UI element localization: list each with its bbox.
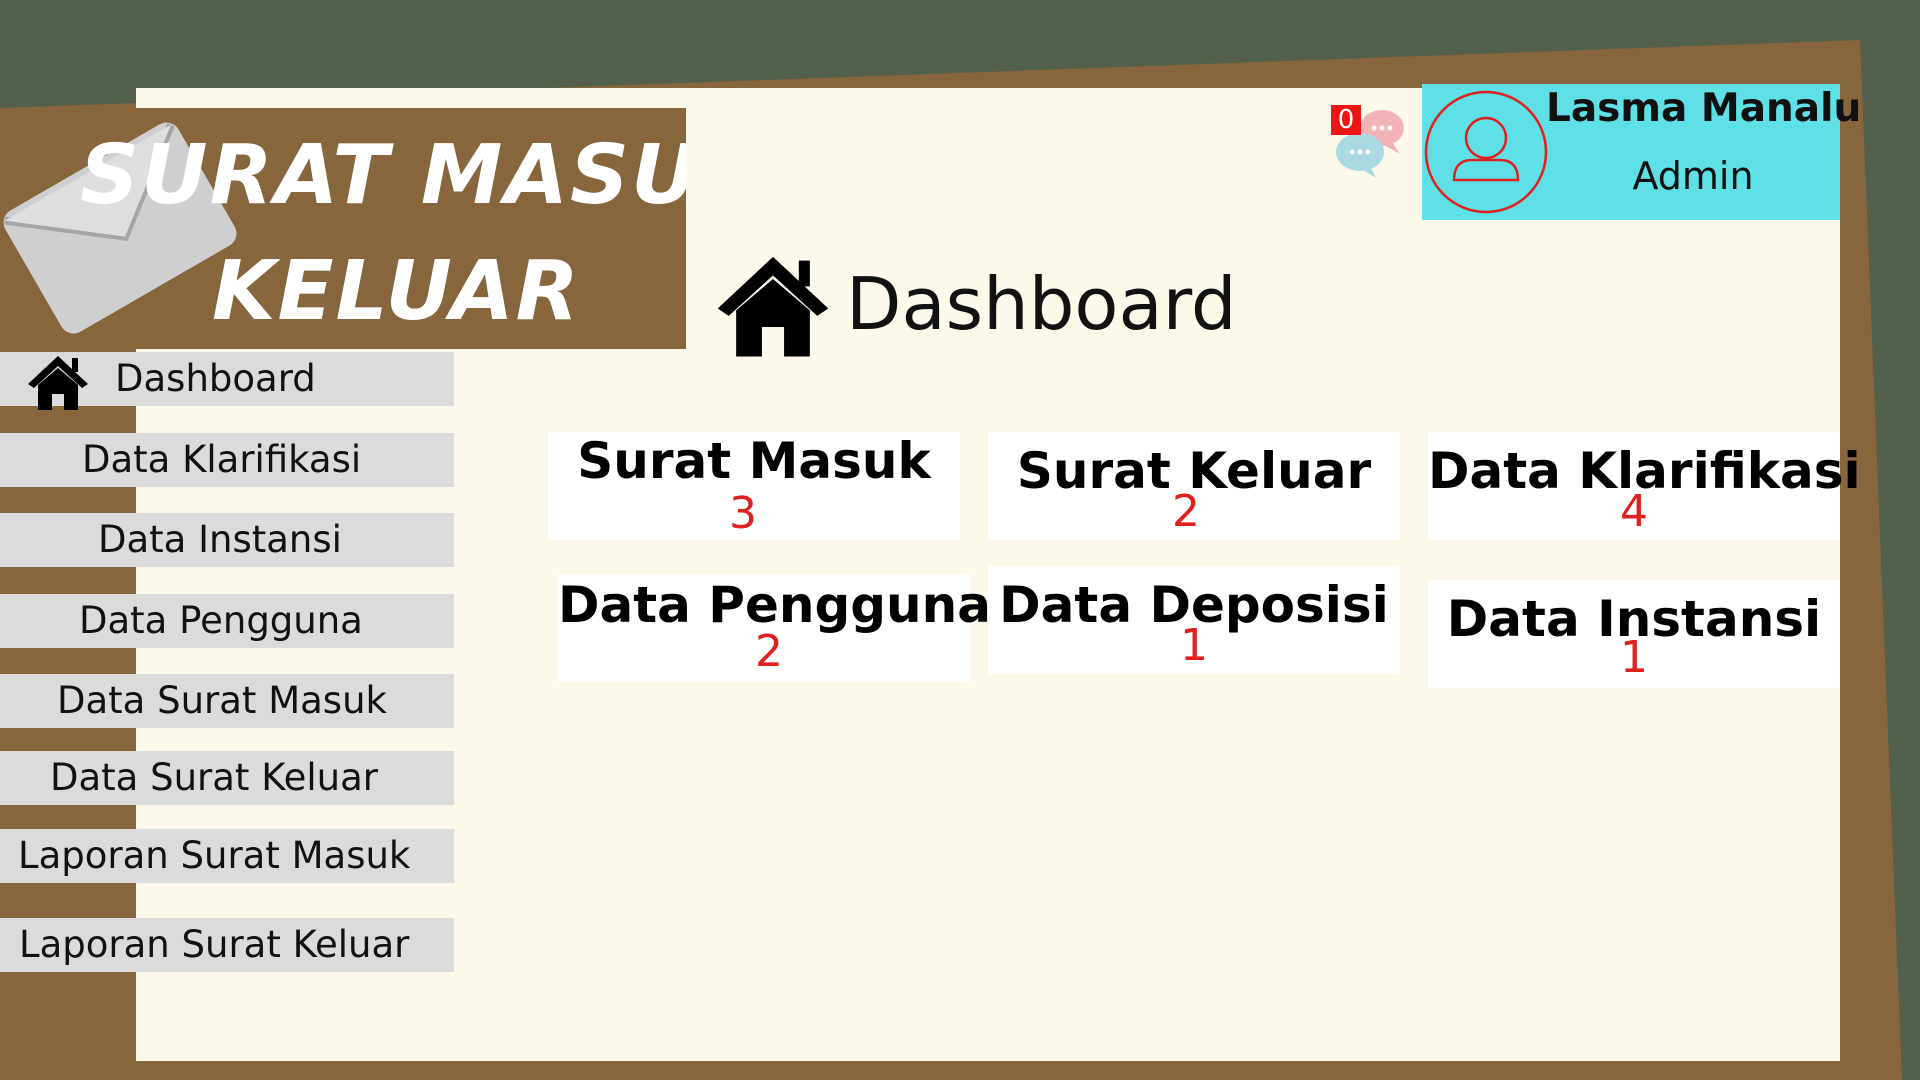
sidebar-item-label: Data Surat Keluar bbox=[50, 756, 378, 799]
card-count: 1 bbox=[1620, 632, 1648, 683]
sidebar-item-label: Data Pengguna bbox=[79, 599, 363, 642]
sidebar-item-label: Data Klarifikasi bbox=[82, 438, 362, 481]
sidebar-item-data-klarifikasi[interactable]: Data Klarifikasi bbox=[0, 433, 454, 487]
card-count: 4 bbox=[1620, 486, 1648, 537]
sidebar-item-laporan-surat-masuk[interactable]: Laporan Surat Masuk bbox=[0, 829, 454, 883]
sidebar-item-data-pengguna[interactable]: Data Pengguna bbox=[0, 594, 454, 648]
app-title-line1: SURAT MASUK bbox=[80, 128, 686, 223]
user-icon bbox=[1424, 90, 1548, 214]
card-data-pengguna[interactable]: Data Pengguna 2 bbox=[558, 574, 991, 682]
card-title: Surat Masuk bbox=[577, 432, 931, 490]
sidebar-item-laporan-surat-keluar[interactable]: Laporan Surat Keluar bbox=[0, 918, 454, 972]
app-logo: SURAT MASUK KELUAR bbox=[0, 108, 686, 349]
card-count: 3 bbox=[729, 488, 757, 539]
user-name: Lasma Manalu bbox=[1546, 86, 1862, 131]
user-profile[interactable]: Lasma Manalu Admin bbox=[1422, 84, 1862, 220]
card-data-klarifikasi[interactable]: Data Klarifikasi 4 bbox=[1428, 432, 1861, 540]
card-count: 2 bbox=[1172, 486, 1200, 537]
sidebar-item-dashboard[interactable]: Dashboard bbox=[0, 352, 454, 410]
card-count: 1 bbox=[1180, 620, 1208, 671]
sidebar-item-label: Data Surat Masuk bbox=[57, 679, 387, 722]
card-data-instansi[interactable]: Data Instansi 1 bbox=[1428, 580, 1840, 688]
notification-badge: 0 bbox=[1331, 105, 1361, 135]
page-title: Dashboard bbox=[846, 262, 1237, 346]
sidebar-item-data-surat-keluar[interactable]: Data Surat Keluar bbox=[0, 751, 454, 805]
card-count: 2 bbox=[755, 626, 783, 677]
card-surat-keluar[interactable]: Surat Keluar 2 bbox=[988, 432, 1400, 540]
sidebar-item-data-instansi[interactable]: Data Instansi bbox=[0, 513, 454, 567]
sidebar-item-data-surat-masuk[interactable]: Data Surat Masuk bbox=[0, 674, 454, 728]
sidebar-item-label: Laporan Surat Masuk bbox=[18, 834, 411, 877]
card-surat-masuk[interactable]: Surat Masuk 3 bbox=[548, 432, 960, 540]
home-icon bbox=[717, 256, 829, 357]
sidebar-item-label: Laporan Surat Keluar bbox=[19, 923, 410, 966]
sidebar-item-label: Data Instansi bbox=[98, 518, 342, 561]
app-title-line2: KELUAR bbox=[212, 244, 581, 339]
card-data-deposisi[interactable]: Data Deposisi 1 bbox=[988, 566, 1400, 674]
home-icon bbox=[28, 356, 88, 410]
sidebar-item-label: Dashboard bbox=[115, 357, 316, 400]
user-role: Admin bbox=[1632, 154, 1754, 198]
